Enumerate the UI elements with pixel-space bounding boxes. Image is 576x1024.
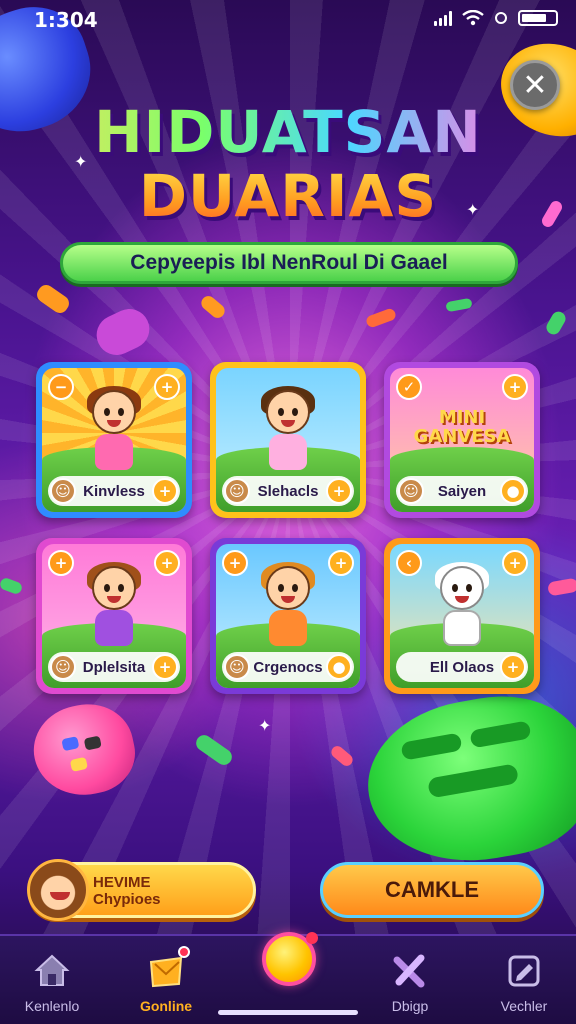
- main-action-label: CAMKLE: [384, 877, 480, 902]
- game-card[interactable]: MINI GANVESA ✓ + ☺ ● Saiyen: [384, 362, 540, 518]
- badge-icon[interactable]: ☺: [398, 478, 424, 504]
- profile-line-1: HEVIME: [93, 874, 151, 891]
- page-title-line-2: DUARIAS: [0, 162, 576, 230]
- nav-item-tools[interactable]: Dbigp: [362, 950, 458, 1020]
- badge-icon[interactable]: ☺: [224, 654, 250, 680]
- badge-icon[interactable]: ☺: [50, 654, 76, 680]
- badge-icon[interactable]: +: [48, 550, 74, 576]
- house-icon: [32, 950, 72, 990]
- sparkle-icon: ✦: [258, 716, 272, 735]
- badge-icon[interactable]: +: [326, 478, 352, 504]
- badge-icon[interactable]: +: [154, 374, 180, 400]
- wrench-icon: [390, 950, 430, 990]
- avatar: [27, 859, 89, 921]
- nav-item-home[interactable]: Kenlenlo: [4, 950, 100, 1020]
- profile-line-2: Chypioes: [93, 891, 161, 908]
- signal-icon: [434, 10, 452, 26]
- candy-decoration: [193, 731, 235, 769]
- character-illustration: [83, 386, 145, 476]
- character-illustration: [431, 562, 493, 652]
- game-title: Kinvless: [83, 482, 145, 500]
- thumbnail-title: MINI GANVESA: [413, 407, 511, 447]
- main-action-button[interactable]: CAMKLE: [320, 862, 544, 918]
- nav-item-edit[interactable]: Vechler: [476, 950, 572, 1020]
- candy-decoration: [364, 307, 398, 329]
- candy-decoration: [90, 302, 156, 362]
- game-title: Crgenocs: [253, 658, 323, 676]
- badge-icon[interactable]: +: [500, 654, 526, 680]
- candy-decoration: [547, 577, 576, 597]
- candy-decoration: [328, 743, 356, 769]
- nav-label: Dbigp: [391, 998, 429, 1014]
- subtitle-banner: Cepyeepis Ibl NenRoul Di Gaael: [60, 242, 518, 284]
- badge-icon[interactable]: ☺: [224, 478, 250, 504]
- status-bar: 1:304: [0, 0, 576, 40]
- candy-decoration: [543, 309, 569, 337]
- profile-button[interactable]: HEVIME Chypioes: [27, 859, 256, 921]
- badge-icon[interactable]: ●: [500, 478, 526, 504]
- nav-label: Gonline: [139, 998, 193, 1014]
- green-toy-decoration: [355, 682, 576, 878]
- badge-icon[interactable]: +: [222, 550, 248, 576]
- status-time: 1:304: [34, 8, 98, 32]
- badge-icon[interactable]: ‹: [396, 550, 422, 576]
- badge-icon[interactable]: +: [502, 550, 528, 576]
- game-card[interactable]: − + ☺ + Kinvless: [36, 362, 192, 518]
- badge-icon[interactable]: +: [328, 550, 354, 576]
- play-orb-icon[interactable]: [262, 932, 318, 986]
- badge-icon[interactable]: ☺: [50, 478, 76, 504]
- game-title: Dplelsita: [82, 658, 146, 676]
- candy-decoration: [198, 293, 228, 321]
- badge-icon[interactable]: +: [502, 374, 528, 400]
- game-title: Saiyen: [437, 482, 487, 500]
- pink-toy-decoration: [25, 695, 143, 805]
- game-card[interactable]: ☺ + Slehacls: [210, 362, 366, 518]
- character-illustration: [83, 562, 145, 652]
- game-card[interactable]: + + ☺ ● Crgenocs: [210, 538, 366, 694]
- candy-decoration: [445, 297, 473, 313]
- badge-icon[interactable]: −: [48, 374, 74, 400]
- gift-icon: [146, 946, 190, 990]
- battery-icon: [518, 10, 558, 26]
- character-illustration: [257, 386, 319, 476]
- page-title: HIDUATSAN: [0, 98, 576, 166]
- candy-decoration: [33, 281, 73, 317]
- badge-icon[interactable]: +: [154, 550, 180, 576]
- game-title: Ell Olaos: [429, 658, 495, 676]
- edit-icon: [504, 950, 544, 990]
- wifi-icon: [462, 10, 484, 26]
- game-title: Slehacls: [257, 482, 319, 500]
- badge-icon[interactable]: +: [152, 654, 178, 680]
- badge-icon[interactable]: ●: [326, 654, 352, 680]
- candy-decoration: [0, 576, 24, 596]
- home-indicator[interactable]: [218, 1010, 358, 1015]
- nav-label: Vechler: [500, 998, 548, 1014]
- gear-icon: [495, 12, 507, 24]
- badge-icon[interactable]: +: [152, 478, 178, 504]
- nav-label: Kenlenlo: [24, 998, 80, 1014]
- badge-icon[interactable]: ✓: [396, 374, 422, 400]
- character-illustration: [257, 562, 319, 652]
- subtitle-text: Cepyeepis Ibl NenRoul Di Gaael: [130, 251, 448, 274]
- game-card[interactable]: + + ☺ + Dplelsita: [36, 538, 192, 694]
- game-card[interactable]: ‹ + + Ell Olaos: [384, 538, 540, 694]
- nav-item-gifts[interactable]: Gonline: [118, 946, 214, 1020]
